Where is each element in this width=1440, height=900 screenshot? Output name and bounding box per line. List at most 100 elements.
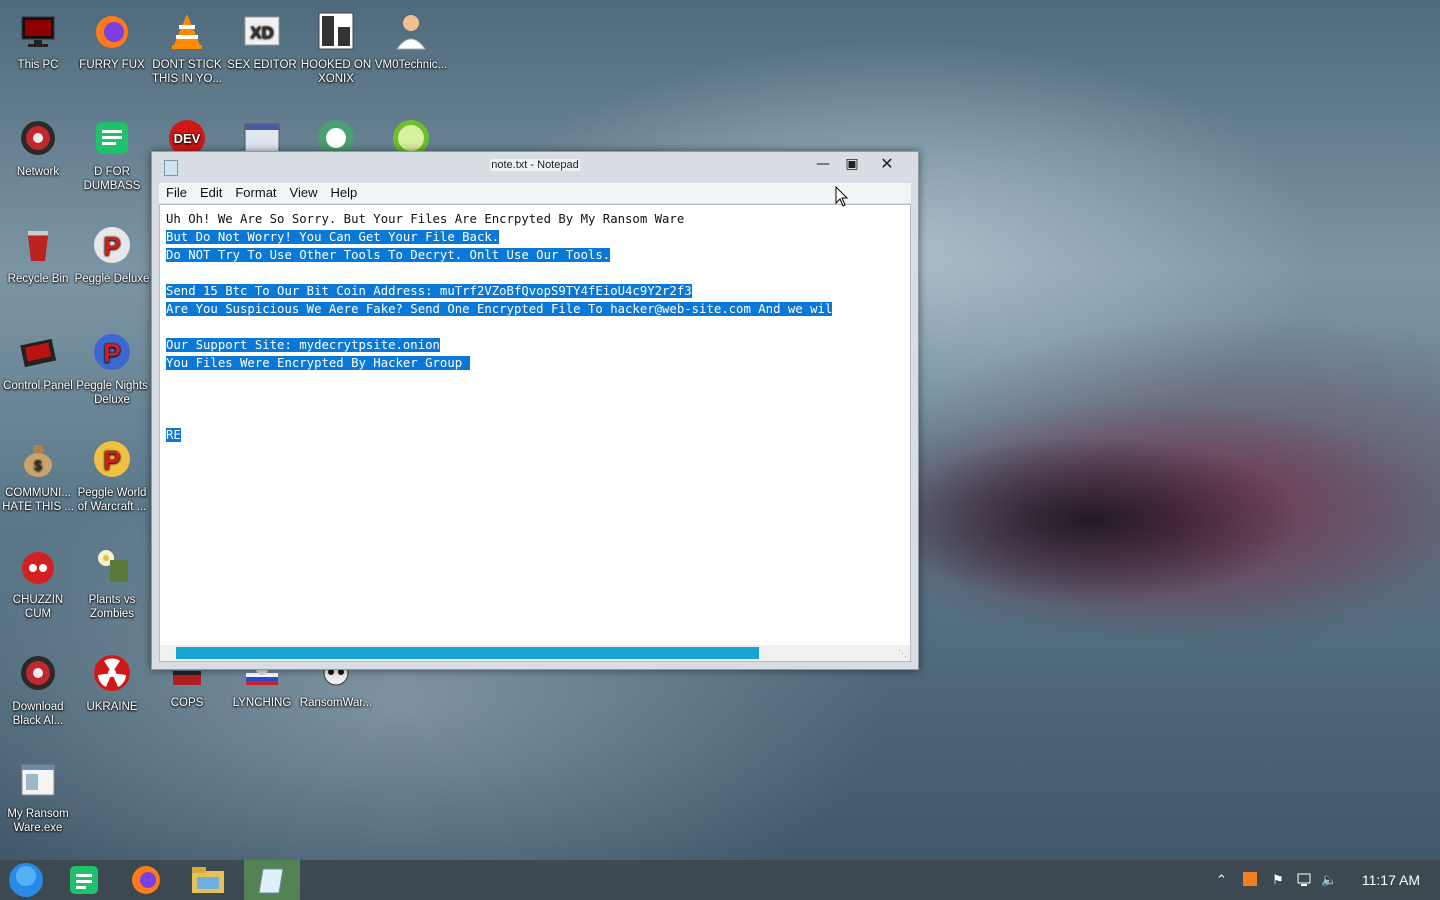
icon-label: UKRAINE bbox=[86, 701, 138, 713]
menu-format[interactable]: Format bbox=[228, 183, 282, 200]
menu-bar: File Edit Format View Help bbox=[159, 183, 911, 203]
control-panel-icon bbox=[15, 329, 61, 375]
download-icon bbox=[15, 650, 61, 696]
app-tray-icon[interactable] bbox=[1242, 871, 1258, 890]
desktop-icon-peggle-wow[interactable]: P Peggle World of Warcraft ... bbox=[74, 436, 150, 514]
desktop-icon-this-pc[interactable]: This PC bbox=[0, 8, 76, 72]
firefox-icon bbox=[132, 866, 160, 894]
icon-label: VM0Technic... bbox=[374, 59, 448, 71]
desktop-icon-peggle-nights[interactable]: P Peggle Nights Deluxe bbox=[74, 329, 150, 407]
text-line: RE bbox=[166, 426, 832, 444]
selected-text: Are You Suspicious We Aere Fake? Send On… bbox=[166, 302, 833, 316]
desktop-icon-sex-editor[interactable]: XD SEX EDITOR bbox=[224, 8, 300, 72]
desktop-icon-peggle-deluxe[interactable]: P Peggle Deluxe bbox=[74, 222, 150, 286]
scrollbar-thumb[interactable] bbox=[176, 647, 759, 659]
text-content[interactable]: Uh Oh! We Are So Sorry. But Your Files A… bbox=[166, 210, 833, 444]
icon-label: Peggle World of Warcraft ... bbox=[77, 487, 147, 513]
file-explorer-icon bbox=[192, 867, 224, 893]
text-line bbox=[166, 390, 832, 408]
svg-text:P: P bbox=[103, 338, 120, 368]
text-line: You Files Were Encrypted By Hacker Group bbox=[166, 354, 832, 372]
title-bar[interactable]: note.txt - Notepad — ▣ ✕ bbox=[152, 152, 918, 182]
desktop-icon-furry-fux[interactable]: FURRY FUX bbox=[74, 8, 150, 72]
menu-file[interactable]: File bbox=[159, 183, 193, 200]
menu-view[interactable]: View bbox=[283, 183, 324, 200]
desktop-icon-ukraine[interactable]: UKRAINE bbox=[74, 650, 150, 714]
taskbar-notepad[interactable] bbox=[244, 860, 300, 900]
desktop-icon-communi[interactable]: $ COMMUNI... HATE THIS ... bbox=[0, 436, 76, 514]
taskbar: ⌃ ⚑ 🔈 11:17 AM bbox=[0, 860, 1440, 900]
icon-label: DONT STICK THIS IN YO... bbox=[151, 59, 223, 85]
exe-icon bbox=[15, 757, 61, 803]
window-title: note.txt - Notepad bbox=[490, 159, 580, 171]
icon-label: D FOR DUMBASS bbox=[83, 166, 141, 192]
svg-text:$: $ bbox=[34, 457, 42, 473]
icon-label: My Ransom Ware.exe bbox=[7, 808, 69, 834]
desktop-icon-dont-stick[interactable]: DONT STICK THIS IN YO... bbox=[149, 8, 225, 86]
clock[interactable]: 11:17 AM bbox=[1362, 872, 1420, 888]
taskbar-green-doc[interactable] bbox=[58, 860, 110, 900]
peggle-icon: P bbox=[89, 222, 135, 268]
icon-label: Control Panel bbox=[3, 380, 73, 392]
notepad-window: note.txt - Notepad — ▣ ✕ File Edit Format V… bbox=[151, 151, 919, 670]
desktop-icon-my-ransom-ware[interactable]: My Ransom Ware.exe bbox=[0, 757, 76, 835]
desktop-icon-recycle-bin[interactable]: Recycle Bin bbox=[0, 222, 76, 286]
desktop-icon-plants-vs-zombies[interactable]: Plants vs Zombies bbox=[74, 543, 150, 621]
desktop-icon-network[interactable]: Network bbox=[0, 115, 76, 179]
horizontal-scrollbar[interactable]: ⋱ bbox=[160, 645, 910, 661]
icon-label: HOOKED ON XONIX bbox=[300, 59, 372, 85]
green-doc-icon bbox=[70, 866, 98, 894]
taskbar-file-explorer[interactable] bbox=[182, 860, 234, 900]
menu-help[interactable]: Help bbox=[323, 183, 363, 200]
text-line: Send 15 Btc To Our Bit Coin Address: muT… bbox=[166, 282, 832, 300]
maximize-button[interactable]: ▣ bbox=[838, 154, 866, 174]
icon-label: LYNCHING bbox=[232, 697, 292, 709]
show-hidden-icons-icon[interactable]: ⌃ bbox=[1216, 872, 1227, 888]
money-bag-icon: $ bbox=[15, 436, 61, 482]
peggle-nights-icon: P bbox=[89, 329, 135, 375]
icon-label: FURRY FUX bbox=[79, 59, 145, 71]
text-line: Our Support Site: mydecrytpsite.onion bbox=[166, 336, 832, 354]
monitor-icon bbox=[15, 8, 61, 54]
text-line bbox=[166, 408, 832, 426]
desktop-icon-control-panel[interactable]: Control Panel bbox=[0, 329, 76, 393]
network-tray-icon[interactable] bbox=[1296, 872, 1312, 891]
resize-grip-icon[interactable]: ⋱ bbox=[898, 649, 908, 659]
xonix-icon bbox=[313, 8, 359, 54]
recycle-bin-icon bbox=[15, 222, 61, 268]
volume-icon[interactable]: 🔈 bbox=[1321, 872, 1337, 888]
close-button[interactable]: ✕ bbox=[873, 154, 901, 174]
flag-icon[interactable]: ⚑ bbox=[1272, 872, 1284, 888]
text-editor[interactable]: Uh Oh! We Are So Sorry. But Your Files A… bbox=[159, 204, 911, 662]
desktop-icon-vm0technic[interactable]: VM0Technic... bbox=[373, 8, 449, 72]
green-doc-icon bbox=[89, 115, 135, 161]
text-line: Do NOT Try To Use Other Tools To Decryt.… bbox=[166, 246, 832, 264]
line-text: Uh Oh! We Are So Sorry. But Your Files A… bbox=[166, 212, 685, 226]
svg-text:DEV: DEV bbox=[174, 131, 201, 146]
taskbar-firefox[interactable] bbox=[120, 860, 172, 900]
desktop-icon-download-black[interactable]: Download Black Al... bbox=[0, 650, 76, 728]
chuzzle-icon bbox=[15, 543, 61, 589]
network-icon bbox=[15, 115, 61, 161]
icon-label: Recycle Bin bbox=[7, 273, 69, 285]
icon-label: RansomWar... bbox=[299, 697, 373, 709]
desktop-icon-hooked-on-xonix[interactable]: HOOKED ON XONIX bbox=[298, 8, 374, 86]
selected-text: Send 15 Btc To Our Bit Coin Address: muT… bbox=[166, 284, 692, 298]
start-orb-icon bbox=[9, 863, 43, 897]
vlc-cone-icon bbox=[164, 8, 210, 54]
doctor-icon bbox=[388, 8, 434, 54]
menu-edit[interactable]: Edit bbox=[193, 183, 228, 200]
radiation-icon bbox=[89, 650, 135, 696]
minimize-button[interactable]: — bbox=[809, 154, 837, 174]
icon-label: COPS bbox=[170, 697, 204, 709]
text-line: Are You Suspicious We Aere Fake? Send On… bbox=[166, 300, 833, 318]
desktop-icon-chuzzin[interactable]: CHUZZIN CUM bbox=[0, 543, 76, 621]
icon-label: SEX EDITOR bbox=[227, 59, 297, 71]
text-line bbox=[166, 264, 832, 282]
icon-label: Peggle Deluxe bbox=[74, 273, 150, 285]
peggle-wow-icon: P bbox=[89, 436, 135, 482]
selected-text: RE bbox=[166, 428, 181, 442]
desktop-icon-d-for-dumbass[interactable]: D FOR DUMBASS bbox=[74, 115, 150, 193]
start-button[interactable] bbox=[0, 860, 52, 900]
text-line: Uh Oh! We Are So Sorry. But Your Files A… bbox=[166, 210, 832, 228]
